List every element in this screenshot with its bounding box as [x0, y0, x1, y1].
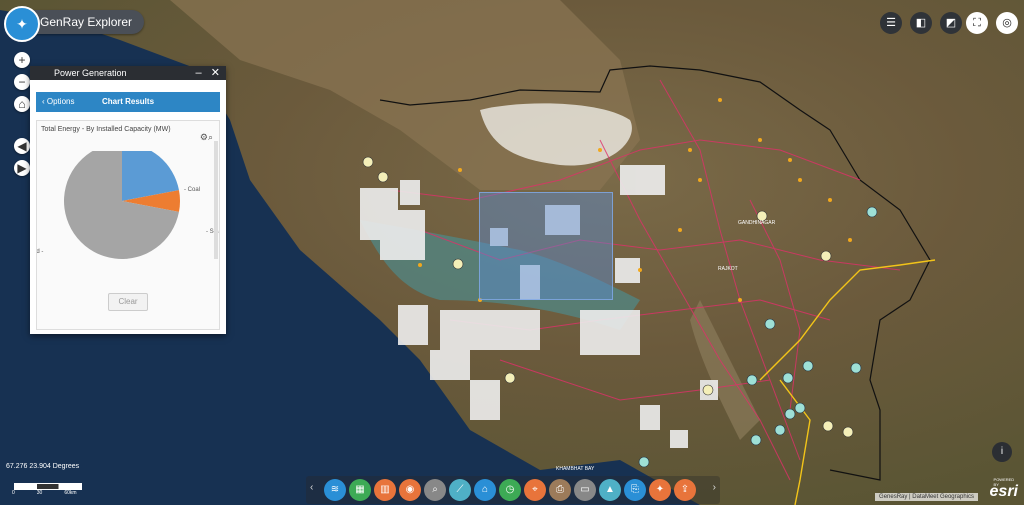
city-label-gandhinagar: GANDHINAGAR: [738, 220, 776, 226]
bottom-toolbar: ‹ › ≋ ▦ ▥ ◉ ⌕ ⟋ ⌂ ◷ ⌖ ⎙ ▭ ▲ ⎘ ✦ ⇪: [306, 476, 720, 504]
chart-title: Total Energy - By Installed Capacity (MW…: [41, 126, 171, 133]
app-title: GenRay Explorer: [40, 15, 133, 29]
search-tool-button[interactable]: ⌕: [424, 479, 446, 501]
layers-tool-button[interactable]: ≋: [324, 479, 346, 501]
zoom-in-button[interactable]: +: [14, 52, 30, 68]
app-title-badge[interactable]: ✦ GenRay Explorer: [4, 6, 145, 42]
elevation-tool-button[interactable]: ▲: [599, 479, 621, 501]
clear-button[interactable]: Clear: [108, 293, 148, 311]
fullscreen-icon[interactable]: ⛶: [966, 12, 988, 34]
scale-label: 30: [36, 490, 43, 496]
scale-labels: 0 30 60km: [12, 490, 92, 496]
chart-tools: ⚙⌕: [200, 132, 213, 143]
top-right-toolbar-2: ⛶ ◎: [966, 12, 1018, 34]
options-link[interactable]: ‹ Options: [42, 92, 74, 112]
bookmark-tool-button[interactable]: ✦: [649, 479, 671, 501]
zoom-icon[interactable]: ⌕: [208, 132, 213, 142]
options-label: Options: [46, 97, 75, 106]
measure-tool-button[interactable]: ⟋: [449, 479, 471, 501]
panel-header: Power Generation – ✕: [30, 66, 226, 80]
pie-label-coal: - Coal: [184, 187, 200, 193]
map-label-bay: KHAMBHAT BAY: [556, 466, 595, 472]
pie-label-wind: Wind -: [37, 249, 43, 255]
home-icon: ⌂: [18, 97, 26, 111]
minimize-button[interactable]: –: [195, 67, 201, 79]
close-button[interactable]: ✕: [211, 67, 220, 79]
scale-bar: [14, 483, 82, 490]
arrow-right-icon: ▶: [17, 161, 27, 175]
esri-logo: POWERED BY esri: [990, 477, 1018, 501]
scale-label: 0: [12, 490, 15, 496]
city-label-rajkot: RAJKOT: [718, 266, 738, 272]
print-preview-tool-button[interactable]: ⎙: [549, 479, 571, 501]
zoom-out-button[interactable]: −: [14, 74, 30, 90]
attribution: GenesRay | DataMeet Geographics: [875, 493, 978, 501]
top-right-toolbar: ☰ ◧ ◩: [880, 12, 962, 34]
next-extent-button[interactable]: ▶: [14, 160, 30, 176]
station-tool-button[interactable]: ⌂: [474, 479, 496, 501]
location-tool-button[interactable]: ⌖: [524, 479, 546, 501]
info-icon[interactable]: i: [992, 442, 1012, 462]
grid-tool-button[interactable]: ▦: [349, 479, 371, 501]
chart-scrollbar[interactable]: [214, 141, 218, 259]
esri-powered-label: POWERED BY: [993, 477, 1015, 487]
toolbar-prev-icon[interactable]: ‹: [310, 482, 313, 493]
basemap-icon[interactable]: ◧: [910, 12, 932, 34]
visibility-toggle-icon[interactable]: ◎: [996, 12, 1018, 34]
compass-icon: ✦: [4, 6, 40, 42]
previous-extent-button[interactable]: ◀: [14, 138, 30, 154]
printer-tool-button[interactable]: ⎘: [624, 479, 646, 501]
identify-tool-button[interactable]: ◉: [399, 479, 421, 501]
power-generation-panel: Power Generation – ✕ ‹ Options Chart Res…: [30, 66, 226, 334]
chart-tool-button[interactable]: ▥: [374, 479, 396, 501]
export-tool-button[interactable]: ⇪: [674, 479, 696, 501]
home-button[interactable]: ⌂: [14, 96, 30, 112]
panel-title: Power Generation: [54, 68, 127, 78]
scale-label: 60km: [64, 490, 77, 496]
toolbar-next-icon[interactable]: ›: [713, 482, 716, 493]
arrow-left-icon: ◀: [17, 139, 27, 153]
print-tool-button[interactable]: ▭: [574, 479, 596, 501]
layers-icon[interactable]: ◩: [940, 12, 962, 34]
pie-chart: - Coal- SolarWind -: [37, 151, 219, 259]
time-tool-button[interactable]: ◷: [499, 479, 521, 501]
selection-rectangle[interactable]: [479, 192, 613, 300]
chart-results-label: Chart Results: [102, 97, 155, 106]
list-icon[interactable]: ☰: [880, 12, 902, 34]
gear-icon[interactable]: ⚙: [200, 132, 208, 142]
coordinates-readout: 67.276 23.904 Degrees: [6, 463, 80, 470]
panel-subheader: ‹ Options Chart Results: [36, 92, 220, 112]
chart-container: Total Energy - By Installed Capacity (MW…: [36, 120, 220, 330]
